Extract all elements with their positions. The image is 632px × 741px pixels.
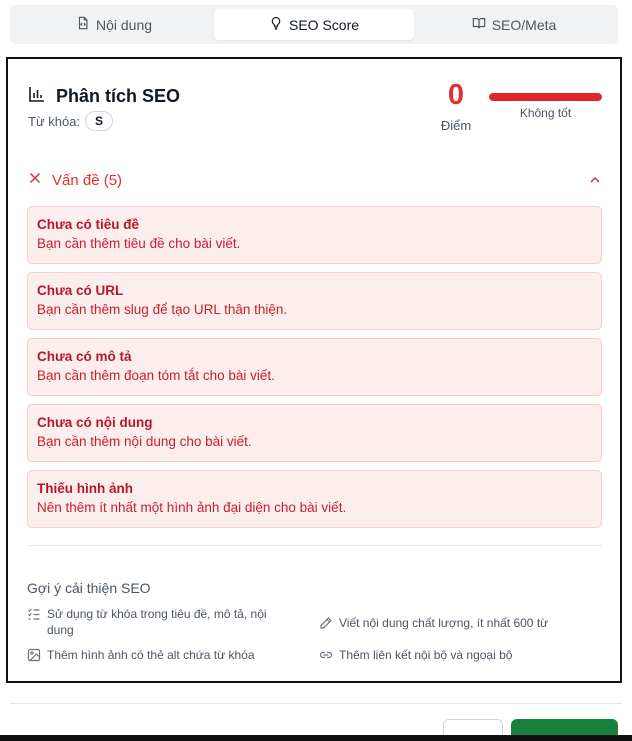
tab-label: SEO/Meta — [491, 16, 557, 33]
score-progress-fill — [489, 93, 602, 101]
issue-title: Chưa có tiêu đề — [37, 217, 140, 232]
link-icon — [319, 647, 333, 666]
issue-card: Chưa có tiêu đề Bạn cần thêm tiêu đề cho… — [27, 206, 602, 264]
issue-card: Chưa có URL Bạn cần thêm slug để tạo URL… — [27, 272, 602, 330]
seo-title: Phân tích SEO — [28, 85, 180, 108]
issue-desc: Bạn cần thêm slug để tạo URL thân thiện. — [37, 302, 288, 317]
bottom-edge — [0, 735, 632, 741]
image-icon — [27, 647, 41, 666]
seo-score-label: Điểm — [440, 118, 472, 133]
tab-seo-meta[interactable]: SEO/Meta — [414, 9, 614, 40]
seo-title-text: Phân tích SEO — [56, 86, 181, 106]
tip-item: Viết nội dung chất lượng, ít nhất 600 từ — [319, 615, 609, 634]
issue-desc: Nên thêm ít nhất một hình ảnh đại diện c… — [37, 500, 347, 515]
score-progress-bar — [489, 93, 602, 101]
issue-title: Chưa có URL — [37, 283, 124, 298]
tip-item: Thêm liên kết nội bộ và ngoại bộ — [319, 647, 609, 666]
seo-analysis-panel: Phân tích SEO Từ khóa: S 0 Điểm Không tố… — [6, 57, 622, 683]
score-rating: Không tốt — [519, 106, 572, 120]
file-code-icon — [76, 16, 90, 33]
footer-divider — [10, 703, 622, 704]
bar-chart-icon — [28, 85, 46, 108]
issue-title: Chưa có mô tả — [37, 349, 132, 364]
issue-title: Thiếu hình ảnh — [37, 481, 133, 496]
issue-card: Chưa có mô tả Bạn cần thêm đoạn tóm tắt … — [27, 338, 602, 396]
tip-text: Thêm liên kết nội bộ và ngoại bộ — [339, 648, 513, 662]
lightbulb-icon — [269, 16, 283, 33]
keyword-row: Từ khóa: S — [28, 111, 114, 131]
close-icon — [28, 171, 42, 190]
tips-title: Gợi ý cải thiện SEO — [27, 580, 151, 596]
issue-card: Thiếu hình ảnh Nên thêm ít nhất một hình… — [27, 470, 602, 528]
issue-card: Chưa có nội dung Bạn cần thêm nội dung c… — [27, 404, 602, 462]
issue-desc: Bạn cần thêm tiêu đề cho bài viết. — [37, 236, 241, 251]
issue-desc: Bạn cần thêm đoạn tóm tắt cho bài viết. — [37, 368, 275, 383]
keyword-label: Từ khóa: — [28, 113, 81, 129]
tip-item: Sử dụng từ khóa trong tiêu đề, mô tả, nộ… — [27, 606, 289, 638]
issue-desc: Bạn cần thêm nội dung cho bài viết. — [37, 434, 252, 449]
seo-score-value: 0 — [447, 79, 465, 111]
tab-label: SEO Score — [288, 16, 360, 33]
list-check-icon — [27, 606, 41, 638]
tab-noi-dung[interactable]: Nội dung — [14, 9, 214, 40]
issues-toggle[interactable]: Vấn đề (5) — [28, 169, 602, 191]
tab-label: Nội dung — [95, 16, 153, 33]
tip-text: Thêm hình ảnh có thẻ alt chứa từ khóa — [47, 648, 255, 662]
issues-header: Vấn đề (5) — [52, 171, 123, 189]
pencil-icon — [319, 615, 333, 634]
book-open-icon — [472, 16, 486, 33]
issue-title: Chưa có nội dung — [37, 415, 153, 430]
divider — [27, 545, 602, 546]
tip-item: Thêm hình ảnh có thẻ alt chứa từ khóa — [27, 647, 289, 666]
chevron-up-icon[interactable] — [588, 173, 602, 187]
keyword-badge: S — [85, 111, 114, 131]
tip-text: Sử dụng từ khóa trong tiêu đề, mô tả, nộ… — [47, 607, 267, 637]
editor-tabs: Nội dung SEO Score SEO/Meta — [10, 5, 618, 44]
tab-seo-score[interactable]: SEO Score — [214, 9, 414, 40]
tip-text: Viết nội dung chất lượng, ít nhất 600 từ — [339, 616, 549, 630]
